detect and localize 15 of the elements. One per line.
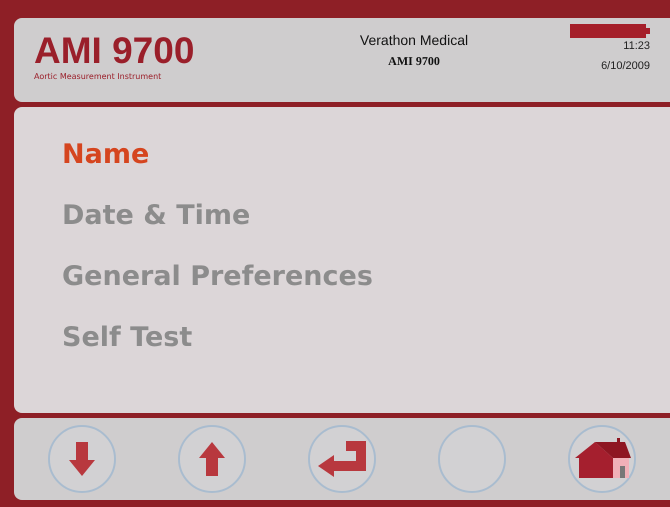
logo-title: AMI 9700 bbox=[34, 32, 196, 70]
clock-time: 11:23 bbox=[623, 40, 650, 52]
battery-icon bbox=[570, 24, 650, 38]
down-arrow-icon bbox=[69, 442, 95, 476]
menu-item[interactable]: Date & Time bbox=[62, 198, 670, 234]
menu-item[interactable]: Name bbox=[62, 137, 670, 173]
company-name: Verathon Medical bbox=[360, 32, 468, 48]
logo-subtitle: Aortic Measurement Instrument bbox=[34, 72, 162, 81]
house-icon bbox=[573, 438, 631, 480]
current-date: 6/10/2009 bbox=[601, 60, 650, 72]
menu-item[interactable]: General Preferences bbox=[62, 259, 670, 295]
model-name: AMI 9700 bbox=[388, 54, 440, 69]
enter-arrow-icon bbox=[318, 441, 366, 477]
up-arrow-icon bbox=[199, 442, 225, 476]
menu-item[interactable]: Self Test bbox=[62, 320, 670, 356]
